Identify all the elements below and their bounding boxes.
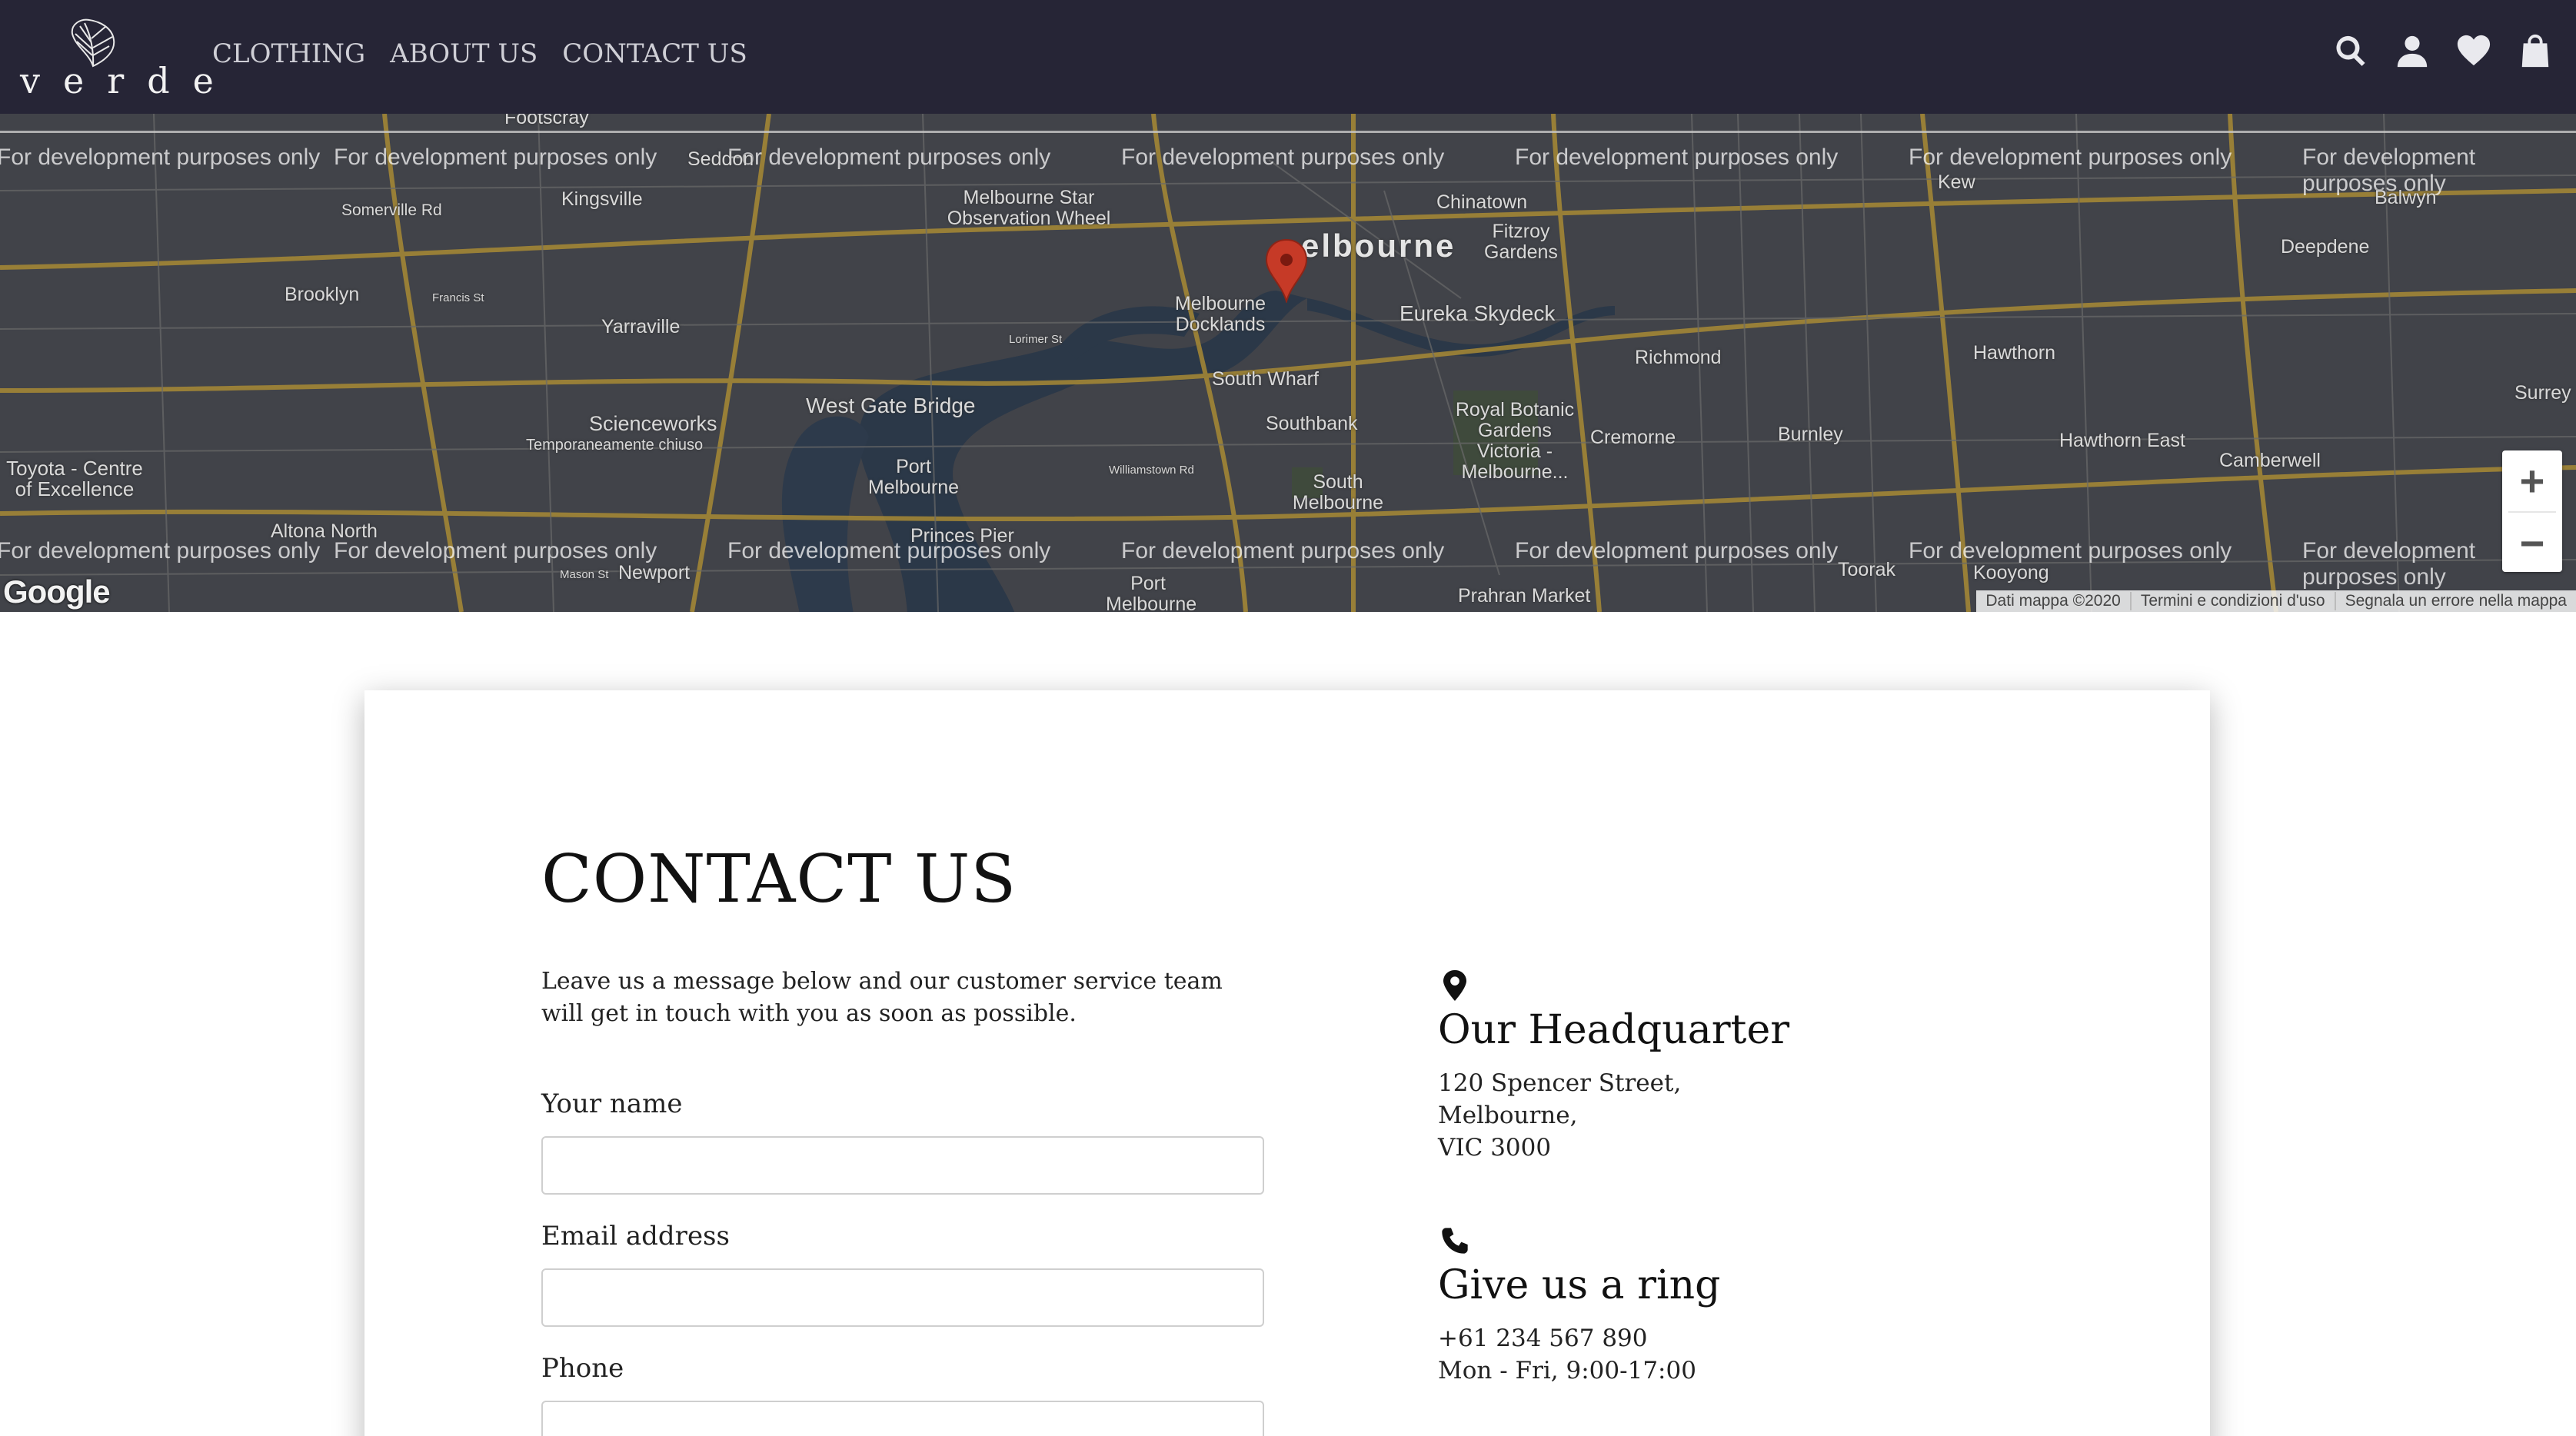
page-title: CONTACT US — [541, 841, 1017, 918]
map-city-label: elbourne — [1301, 228, 1456, 264]
map-place-label: Yarraville — [601, 316, 681, 337]
ring-title: Give us a ring — [1438, 1262, 1721, 1308]
map-place-label: Camberwell — [2219, 450, 2321, 471]
map-place-label: Somerville Rd — [341, 201, 442, 219]
phone-input[interactable] — [541, 1401, 1264, 1436]
map-place-label: Deepdene — [2281, 236, 2370, 258]
email-label: Email address — [541, 1221, 730, 1252]
map-place-label: Eureka Skydeck — [1399, 301, 1556, 325]
brand-logo[interactable]: verde — [20, 14, 237, 101]
dev-watermark: For development purposes only — [727, 145, 1051, 170]
dev-watermark: For development purposes only — [1909, 538, 2232, 563]
map-tiles — [0, 114, 2576, 612]
map-place-label: Scienceworks — [589, 412, 717, 435]
map-place-label: Toyota - Centre of Excellence — [6, 457, 143, 500]
brand-wordmark: verde — [20, 60, 237, 101]
map-marker-icon — [1439, 969, 1470, 1002]
address-line: VIC 3000 — [1438, 1134, 1552, 1162]
dev-watermark: For development purposes only — [0, 145, 321, 170]
google-logo[interactable]: Google — [3, 573, 111, 610]
phone-icon — [1439, 1224, 1470, 1258]
map-place-label: South Melbourne — [1292, 471, 1384, 514]
headquarter-title: Our Headquarter — [1438, 1007, 1790, 1053]
map-place-label: West Gate Bridge — [806, 394, 976, 417]
name-label: Your name — [541, 1089, 683, 1119]
dev-watermark: For development purposes only — [334, 145, 657, 170]
map-place-label: Kingsville — [561, 188, 643, 210]
location-pin-icon[interactable] — [1264, 238, 1309, 303]
opening-hours: Mon - Fri, 9:00-17:00 — [1438, 1357, 1696, 1384]
map-place-label: Mason St — [560, 568, 609, 581]
map-place-label: Melbourne Star Observation Wheel — [947, 187, 1111, 229]
map-terms-link[interactable]: Termini e condizioni d'uso — [2129, 592, 2335, 610]
map-place-label: Port Melbourne — [1106, 573, 1197, 613]
dev-watermark: For development purposes only — [1909, 145, 2232, 170]
contact-intro: Leave us a message below and our custome… — [541, 968, 1223, 1027]
phone-number[interactable]: +61 234 567 890 — [1438, 1322, 1648, 1355]
map-place-label: Hawthorn — [1973, 342, 2055, 364]
map-place-label: Port Melbourne — [867, 456, 960, 498]
map-place-label: Footscray — [504, 114, 589, 128]
map-place-label: Prahran Market — [1458, 585, 1591, 607]
address-line: Melbourne, — [1438, 1102, 1578, 1129]
map-place-label: Princes Pier — [910, 525, 1014, 547]
nav-icons — [2331, 29, 2554, 72]
map-place-label: Cremorne — [1590, 427, 1676, 448]
map-report-error-link[interactable]: Segnala un errore nella mappa — [2334, 592, 2576, 610]
map-place-label: Burnley — [1778, 424, 1843, 445]
user-icon[interactable] — [2393, 29, 2431, 72]
address-line: 120 Spencer Street, — [1438, 1069, 1682, 1097]
map-place-label: Temporaneamente chiuso — [526, 437, 704, 454]
map-place-label: Toorak — [1838, 559, 1896, 580]
map-place-label: Richmond — [1635, 347, 1722, 368]
location-map[interactable]: For development purposes only For develo… — [0, 114, 2576, 612]
dev-watermark: For development purposes only — [1121, 145, 1445, 170]
dev-watermark: For development purposes only — [1515, 538, 1839, 563]
dev-watermark: For development purposes only — [0, 538, 321, 563]
search-icon[interactable] — [2331, 29, 2370, 72]
dev-watermark: For development purposes only — [1121, 538, 1445, 563]
zoom-out-button[interactable]: − — [2502, 513, 2562, 573]
map-divider-line — [0, 131, 2576, 133]
map-place-label: Seddon — [687, 148, 754, 170]
dev-watermark: For development purposes only — [1515, 145, 1839, 170]
map-place-label: Kooyong — [1973, 562, 2049, 583]
map-place-label: Lorimer St — [1009, 333, 1063, 346]
nav-link-about-us[interactable]: ABOUT US — [390, 38, 537, 69]
map-place-label: Altona North — [271, 520, 378, 542]
map-data-credit: Dati mappa ©2020 — [1985, 592, 2121, 610]
heart-icon[interactable] — [2455, 29, 2493, 72]
map-place-label: Fitzroy Gardens — [1484, 221, 1558, 263]
zoom-in-button[interactable]: + — [2502, 450, 2562, 511]
name-input[interactable] — [541, 1136, 1264, 1195]
dev-watermark: For development purposes only — [2302, 145, 2476, 196]
map-place-label: Royal Botanic Gardens Victoria - Melbour… — [1455, 399, 1575, 483]
map-zoom-controls: + − — [2502, 450, 2562, 572]
map-place-label: Brooklyn — [285, 284, 360, 305]
dev-watermark: For development purposes only — [334, 538, 657, 563]
map-place-label: Melbourne Docklands — [1174, 293, 1266, 335]
map-place-label: South Wharf — [1212, 368, 1319, 390]
main-nav: CLOTHING ABOUT US CONTACT US — [212, 38, 747, 69]
contact-card: CONTACT US Leave us a message below and … — [364, 690, 2210, 1436]
map-place-label: Surrey — [2514, 382, 2571, 404]
map-place-label: Williamstown Rd — [1109, 464, 1194, 477]
map-place-label: Chinatown — [1436, 191, 1528, 213]
map-place-label: Kew — [1938, 171, 1975, 193]
map-place-label: Newport — [618, 562, 691, 583]
map-place-label: Hawthorn East — [2059, 430, 2185, 451]
map-place-label: Balwyn — [2375, 187, 2437, 208]
email-input[interactable] — [541, 1268, 1264, 1327]
nav-link-contact-us[interactable]: CONTACT US — [562, 38, 747, 69]
map-attribution: Dati mappa ©2020 Termini e condizioni d'… — [1976, 590, 2576, 612]
nav-link-clothing[interactable]: CLOTHING — [212, 38, 365, 69]
bag-icon[interactable] — [2516, 29, 2554, 72]
map-place-label: Southbank — [1266, 413, 1358, 434]
navbar: verde CLOTHING ABOUT US CONTACT US — [0, 0, 2576, 114]
map-place-label: Francis St — [432, 291, 484, 304]
phone-label: Phone — [541, 1353, 624, 1384]
